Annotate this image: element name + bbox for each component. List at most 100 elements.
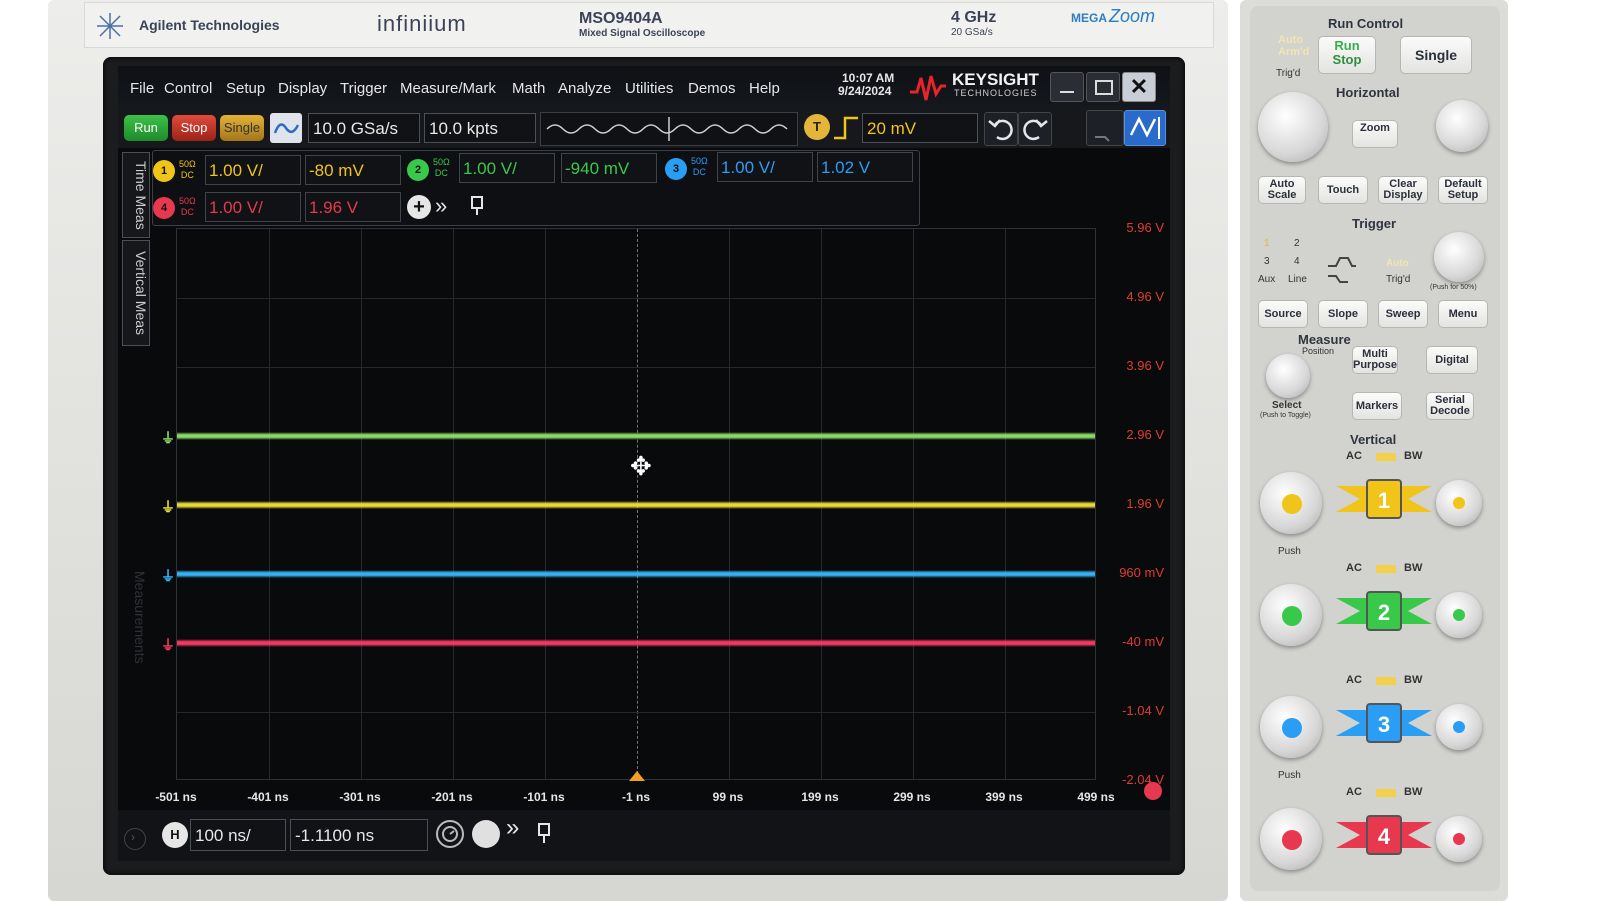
waveform-overview[interactable] [540,112,798,146]
undo-button[interactable] [984,112,1018,146]
channel-3-offset-knob[interactable] [1436,704,1482,750]
menu-analyze[interactable]: Analyze [558,80,611,97]
horizontal-position-knob[interactable] [1436,100,1488,152]
run-stop-button[interactable]: Run Stop [1318,36,1376,74]
trigger-menu-button[interactable]: Menu [1438,300,1488,328]
horizontal-position-field[interactable]: -1.1100 ns [290,819,428,851]
channel-1-button[interactable]: 1 [1366,479,1402,519]
horizontal-scale-knob[interactable] [1258,92,1328,162]
measure-label: Measure [1298,332,1351,347]
bottom-expand-button[interactable]: › [124,828,146,850]
channel-4-badge[interactable]: 4 [153,197,175,219]
tab-vertical-meas[interactable]: Vertical Meas [122,240,150,346]
x-tick-label: 99 ns [712,790,744,804]
ground-marker-icon[interactable]: ⏚ [161,497,175,517]
channel-2-scale-knob[interactable] [1260,584,1322,646]
menu-utilities[interactable]: Utilities [625,80,673,97]
rising-edge-icon[interactable] [832,114,860,142]
maximize-button[interactable] [1086,72,1120,102]
channel-2-scale[interactable]: 1.00 V/ [459,153,555,183]
auto-scale-panel-button[interactable]: Auto Scale [1258,176,1306,204]
channel-4-button[interactable]: 4 [1366,815,1402,855]
tab-time-meas[interactable]: Time Meas [122,152,150,238]
marker-flag-icon[interactable] [469,195,485,217]
menu-control[interactable]: Control [164,80,212,97]
trigger-level-knob[interactable] [1434,232,1484,282]
acquisition-mode-button[interactable] [270,113,302,143]
channel-4-offset-marker[interactable] [1144,782,1162,800]
multi-purpose-button[interactable]: Multi Purpose [1352,346,1398,374]
expand-channels-button[interactable]: » [435,193,447,219]
menu-setup[interactable]: Setup [226,80,265,97]
menu-measure-mark[interactable]: Measure/Mark [400,80,496,97]
channel-4-scale-knob[interactable] [1260,808,1322,870]
channel-2-badge[interactable]: 2 [407,159,429,181]
position-label: Position [1302,346,1335,356]
trigger-slope-button[interactable]: Slope [1318,300,1368,328]
zoom-button[interactable]: Zoom [1352,120,1398,148]
horizontal-marker-icon[interactable] [536,822,552,846]
menu-file[interactable]: File [130,80,154,97]
timebase-field[interactable]: 100 ns/ [190,819,286,851]
horizontal-badge[interactable]: H [162,822,188,848]
ground-marker-icon[interactable]: ⏚ [161,566,175,586]
pointer-mode-button[interactable] [1086,110,1124,146]
channel-color-dot [1453,497,1465,509]
single-button[interactable]: Single [220,115,264,141]
add-channel-button[interactable]: + [407,195,431,219]
channel-2-offset-knob[interactable] [1436,592,1482,638]
tab-measurements[interactable]: Measurements [122,532,148,702]
ground-marker-icon[interactable]: ⏚ [161,635,175,655]
channel-1-scale-knob[interactable] [1260,472,1322,534]
menu-trigger[interactable]: Trigger [340,80,387,97]
channel-3-offset[interactable]: 1.02 V [817,152,913,182]
x-tick-label: -201 ns [431,790,473,804]
trigger-level-field[interactable]: 20 mV [862,113,978,143]
channel-1-scale[interactable]: 1.00 V/ [205,155,301,185]
ground-marker-icon[interactable]: ⏚ [161,428,175,448]
redo-button[interactable] [1018,112,1052,146]
menu-help[interactable]: Help [749,80,780,97]
channel-3-scale[interactable]: 1.00 V/ [717,152,813,182]
channel-1-offset-knob[interactable] [1436,480,1482,526]
trigger-badge[interactable]: T [804,114,830,140]
expand-horizontal-button[interactable]: » [506,814,519,842]
delay-reference-button[interactable] [436,820,464,848]
menu-display[interactable]: Display [278,80,327,97]
channel-4-offset-knob[interactable] [1436,816,1482,862]
waveform-graticule[interactable]: ⏚ ⏚ ⏚ ⏚ ✥ [161,228,1096,781]
trigger-sweep-button[interactable]: Sweep [1378,300,1428,328]
auto-scale-button[interactable] [1124,110,1166,146]
double-chevron-right-icon: » [506,814,520,841]
channel-3-badge[interactable]: 3 [665,158,687,180]
markers-button[interactable]: Markers [1352,392,1402,420]
default-setup-button[interactable]: Default Setup [1438,176,1488,204]
channel-3-button[interactable]: 3 [1366,703,1402,743]
panel-single-button[interactable]: Single [1400,36,1472,74]
scope-screen: File Control Setup Display Trigger Measure/Ma… [118,66,1170,861]
channel-2-button[interactable]: 2 [1366,591,1402,631]
minimize-button[interactable] [1050,72,1084,102]
channel-2-offset[interactable]: -940 mV [561,153,657,183]
touch-button[interactable]: Touch [1318,176,1368,204]
sample-rate-field[interactable]: 10.0 GSa/s [308,113,420,143]
channel-1-offset[interactable]: -80 mV [305,155,401,185]
channel-3-scale-knob[interactable] [1260,696,1322,758]
digital-button[interactable]: Digital [1426,346,1478,374]
channel-4-scale[interactable]: 1.00 V/ [205,192,301,222]
trigger-source-button[interactable]: Source [1258,300,1308,328]
serial-decode-button[interactable]: Serial Decode [1426,392,1474,420]
menu-math[interactable]: Math [512,80,545,97]
zoom-toggle-button[interactable] [472,820,500,848]
menu-demos[interactable]: Demos [688,80,736,97]
close-button[interactable]: ✕ [1122,72,1156,102]
run-button[interactable]: Run [124,115,168,141]
channel-1-badge[interactable]: 1 [153,160,175,182]
channel-4-offset[interactable]: 1.96 V [305,192,401,222]
memory-depth-field[interactable]: 10.0 kpts [424,113,536,143]
y-tick-label: 960 mV [1119,565,1164,580]
measure-select-knob[interactable] [1266,354,1310,398]
clear-display-button[interactable]: Clear Display [1378,176,1428,204]
clock-time: 10:07 AM [842,71,895,85]
stop-button[interactable]: Stop [172,115,216,141]
